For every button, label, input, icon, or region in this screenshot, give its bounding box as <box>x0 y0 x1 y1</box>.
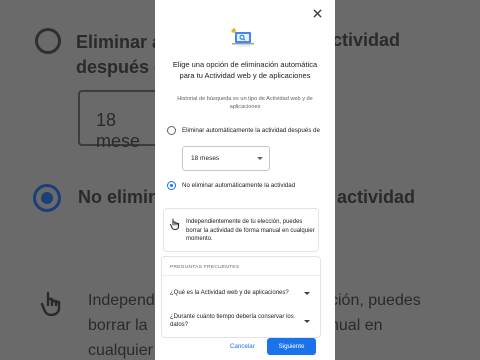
cancel-button[interactable]: Cancelar <box>230 340 255 354</box>
faq-question-2[interactable]: ¿Durante cuánto tiempo debería conservar… <box>170 313 300 330</box>
background-radio-auto-delete <box>35 28 61 54</box>
dialog-subtitle: Historial de búsqueda es un tipo de Acti… <box>177 96 313 110</box>
chevron-down-icon[interactable] <box>304 292 310 295</box>
no-auto-delete-label[interactable]: No eliminar automáticamente la actividad <box>182 181 327 190</box>
faq-question-1[interactable]: ¿Qué es la Actividad web y de aplicacion… <box>170 289 310 297</box>
faq-section: PREGUNTAS FRECUENTES ¿Qué es la Activida… <box>161 256 321 338</box>
auto-delete-dialog: Elige una opción de eliminación automáti… <box>155 0 335 360</box>
next-button[interactable]: Siguiente <box>267 338 316 355</box>
background-radio-no-delete <box>33 184 61 212</box>
activity-search-illustration-icon <box>229 28 255 48</box>
auto-delete-label[interactable]: Eliminar automáticamente la actividad de… <box>182 126 327 135</box>
no-auto-delete-radio[interactable] <box>167 181 176 190</box>
dialog-title: Elige una opción de eliminación automáti… <box>172 60 318 80</box>
background-info-text: Independ borrar la cualquier <box>88 292 155 359</box>
hand-pointer-icon <box>170 217 180 230</box>
close-icon[interactable] <box>309 6 325 22</box>
manual-delete-info-text: Independientemente de tu elección, puede… <box>186 219 315 243</box>
background-hand-icon <box>40 290 62 322</box>
manual-delete-info-card: Independientemente de tu elección, puede… <box>163 208 319 252</box>
background-option-no-delete-text: No elimin <box>78 187 160 207</box>
faq-heading: PREGUNTAS FRECUENTES <box>170 265 240 270</box>
chevron-down-icon <box>257 157 263 160</box>
retention-period-value: 18 meses <box>191 155 220 162</box>
chevron-down-icon[interactable] <box>304 320 310 323</box>
retention-period-select[interactable]: 18 meses <box>182 146 270 171</box>
faq-divider <box>162 275 320 276</box>
background-option-no-delete-text-right: a actividad <box>322 187 416 207</box>
background-dropdown: 18 mese <box>78 90 158 151</box>
auto-delete-radio[interactable] <box>167 126 176 135</box>
background-info-text-right: ción, puedes nual en <box>330 292 421 334</box>
background-option-auto-delete-text: Eliminar a después d <box>76 32 166 77</box>
